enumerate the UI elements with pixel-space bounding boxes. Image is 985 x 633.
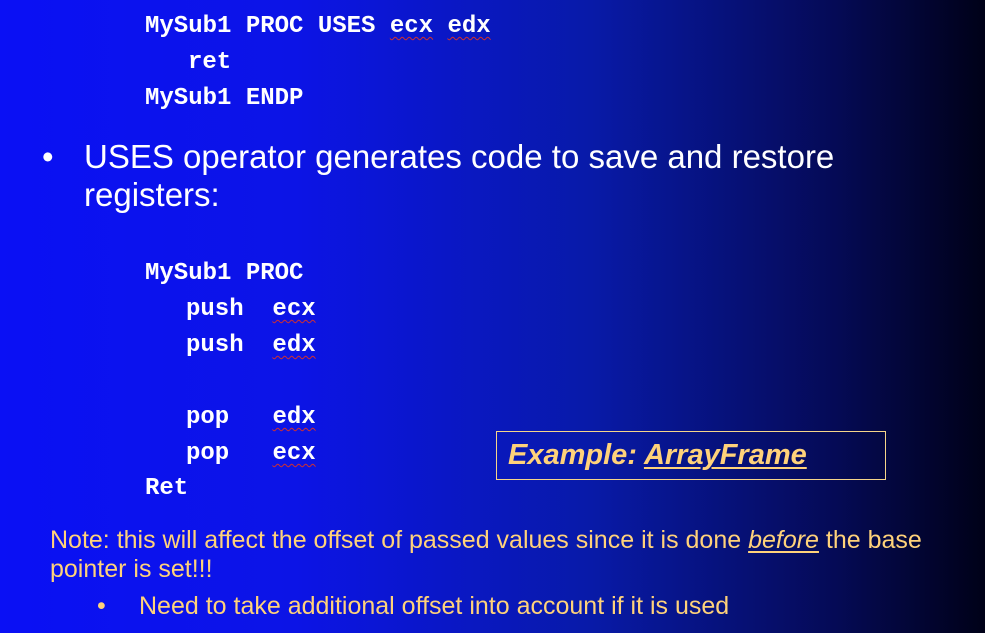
code-instruction-push: push xyxy=(186,296,244,323)
code-register-edx: edx xyxy=(447,13,491,40)
code-line-ret: ret xyxy=(188,48,231,78)
code-line-push-edx: push edx xyxy=(186,331,316,361)
code-register-edx: edx xyxy=(272,404,316,431)
code-keyword-endp: ENDP xyxy=(245,85,304,112)
sub-bullet-icon: • xyxy=(97,592,106,620)
code-register-ecx: ecx xyxy=(389,13,434,40)
code-keyword-proc: PROC xyxy=(245,13,304,40)
code-line-pop-ecx: pop ecx xyxy=(186,439,316,469)
example-label: Example: xyxy=(508,439,644,471)
code-keyword-uses: USES xyxy=(317,13,376,40)
code-instruction-pop: pop xyxy=(186,404,230,431)
code-line-proc-uses: MySub1 PROC USES ecx edx xyxy=(145,12,491,42)
code-proc-name: MySub1 xyxy=(145,13,232,40)
code-proc-name: MySub1 xyxy=(145,85,232,112)
note-text: Note: this will affect the offset of pas… xyxy=(50,526,960,584)
code-register-edx: edx xyxy=(272,332,316,359)
bullet-icon: • xyxy=(42,138,54,175)
bullet-text: USES operator generates code to save and… xyxy=(84,138,835,213)
code-line-proc: MySub1 PROC xyxy=(145,259,303,289)
note-part-1: Note: this will affect the offset of pas… xyxy=(50,526,749,554)
note-emphasis-before: before xyxy=(748,526,819,554)
sub-bullet-text: Need to take additional offset into acco… xyxy=(139,592,730,620)
code-line-pop-edx: pop edx xyxy=(186,403,316,433)
code-instruction-pop: pop xyxy=(186,440,230,467)
example-link-arrayframe[interactable]: ArrayFrame xyxy=(644,439,807,471)
code-line-endp: MySub1 ENDP xyxy=(145,84,303,114)
code-register-ecx: ecx xyxy=(272,296,316,323)
code-instruction-push: push xyxy=(186,332,244,359)
code-line-push-ecx: push ecx xyxy=(186,295,316,325)
example-box: Example: ArrayFrame xyxy=(496,431,886,480)
code-instruction-ret: ret xyxy=(188,49,232,76)
code-instruction-ret: Ret xyxy=(145,475,189,502)
code-register-ecx: ecx xyxy=(272,440,316,467)
code-keyword-proc: PROC xyxy=(245,260,304,287)
code-line-ret-final: Ret xyxy=(145,474,188,504)
code-proc-name: MySub1 xyxy=(145,260,232,287)
